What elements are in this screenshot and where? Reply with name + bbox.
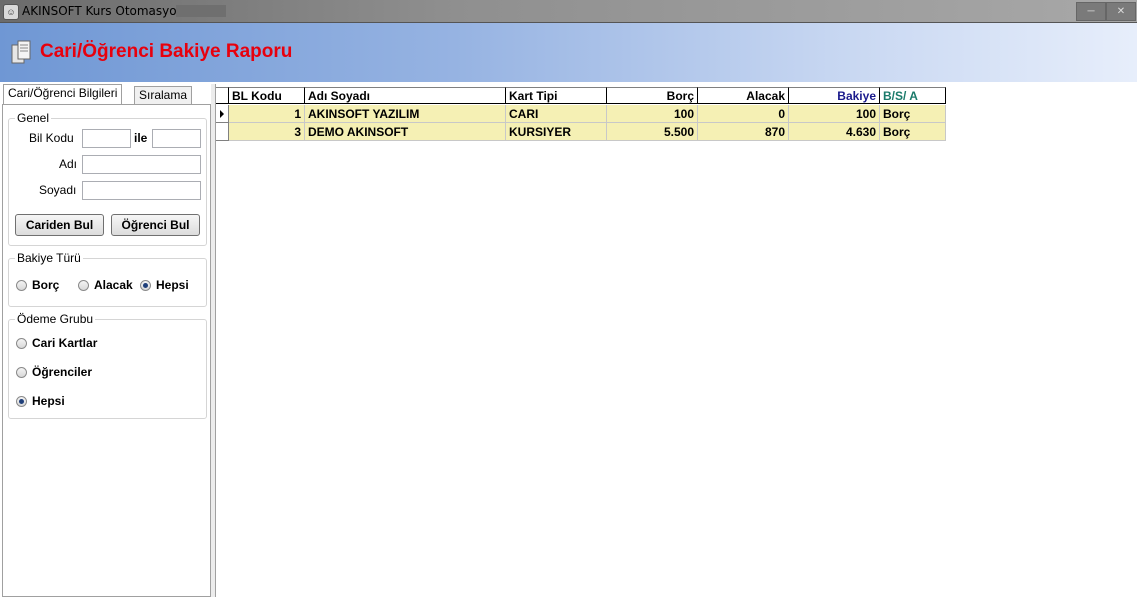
radio-borc-label[interactable]: Borç xyxy=(32,278,59,292)
bil-kodu-to-input[interactable] xyxy=(152,129,201,148)
filter-panel: Cari/Öğrenci Bilgileri Sıralama Genel Bi… xyxy=(0,84,212,597)
cell-bakiye: 4.630 xyxy=(789,123,880,141)
row-indicator xyxy=(216,123,229,141)
radio-odeme-hepsi-label[interactable]: Hepsi xyxy=(32,394,65,408)
radio-borc[interactable] xyxy=(16,280,27,291)
cell-bakiye: 100 xyxy=(789,105,880,123)
tab-cari-ogrenci-bilgileri[interactable]: Cari/Öğrenci Bilgileri xyxy=(3,84,123,104)
column-header-adi-soyadi[interactable]: Adı Soyadı xyxy=(305,87,506,104)
report-icon xyxy=(11,40,31,64)
adi-label: Adı xyxy=(59,157,78,171)
radio-ogrenciler[interactable] xyxy=(16,367,27,378)
grid-header: BL Kodu Adı Soyadı Kart Tipi Borç Alacak… xyxy=(216,87,946,104)
radio-hepsi[interactable] xyxy=(140,280,151,291)
radio-alacak[interactable] xyxy=(78,280,89,291)
redacted-title-part xyxy=(176,5,226,17)
radio-hepsi-label[interactable]: Hepsi xyxy=(156,278,189,292)
soyadi-input[interactable] xyxy=(82,181,201,200)
soyadi-label: Soyadı xyxy=(39,183,77,197)
close-button[interactable]: ✕ xyxy=(1106,2,1136,21)
cell-bl-kodu: 1 xyxy=(229,105,305,123)
table-row[interactable]: 1 AKINSOFT YAZILIM CARI 100 0 100 Borç xyxy=(216,105,946,123)
radio-alacak-label[interactable]: Alacak xyxy=(94,278,133,292)
bil-kodu-label: Bil Kodu xyxy=(29,131,74,145)
radio-cari-kartlar[interactable] xyxy=(16,338,27,349)
cell-kart-tipi: KURSIYER xyxy=(506,123,607,141)
odeme-grubu-legend: Ödeme Grubu xyxy=(15,312,96,326)
column-header-kart-tipi[interactable]: Kart Tipi xyxy=(506,87,607,104)
cell-borc: 5.500 xyxy=(607,123,698,141)
cell-bsa: Borç xyxy=(880,123,946,141)
column-header-bsa[interactable]: B/S/ A xyxy=(880,87,946,104)
app-icon: ☺ xyxy=(3,4,19,20)
table-row[interactable]: 3 DEMO AKINSOFT KURSIYER 5.500 870 4.630… xyxy=(216,123,946,141)
genel-legend: Genel xyxy=(15,111,52,125)
radio-cari-kartlar-label[interactable]: Cari Kartlar xyxy=(32,336,97,350)
row-indicator xyxy=(216,105,229,123)
cell-alacak: 0 xyxy=(698,105,789,123)
cell-adi-soyadi: DEMO AKINSOFT xyxy=(305,123,506,141)
window-title: AKINSOFT Kurs Otomasyonu s xyxy=(22,4,202,18)
header-indicator xyxy=(216,87,229,104)
cell-bl-kodu: 3 xyxy=(229,123,305,141)
column-header-borc[interactable]: Borç xyxy=(607,87,698,104)
minimize-button[interactable]: ─ xyxy=(1076,2,1106,21)
current-row-arrow-icon xyxy=(220,110,224,118)
cell-adi-soyadi: AKINSOFT YAZILIM xyxy=(305,105,506,123)
odeme-grubu-group: Ödeme Grubu Cari Kartlar Öğrenciler Heps… xyxy=(8,312,207,419)
window-titlebar: ☺ AKINSOFT Kurs Otomasyonu s ─ ✕ xyxy=(0,0,1137,23)
radio-odeme-hepsi[interactable] xyxy=(16,396,27,407)
tab-panel: Genel Bil Kodu ile Adı Soyadı Cariden Bu… xyxy=(2,104,211,597)
radio-ogrenciler-label[interactable]: Öğrenciler xyxy=(32,365,92,379)
cell-borc: 100 xyxy=(607,105,698,123)
ile-label: ile xyxy=(134,131,148,145)
column-header-bl-kodu[interactable]: BL Kodu xyxy=(229,87,305,104)
column-header-alacak[interactable]: Alacak xyxy=(698,87,789,104)
cell-alacak: 870 xyxy=(698,123,789,141)
column-header-bakiye[interactable]: Bakiye xyxy=(789,87,880,104)
genel-group: Genel Bil Kodu ile Adı Soyadı Cariden Bu… xyxy=(8,111,207,246)
cariden-bul-button[interactable]: Cariden Bul xyxy=(15,214,104,236)
bakiye-turu-group: Bakiye Türü Borç Alacak Hepsi xyxy=(8,251,207,307)
cell-bsa: Borç xyxy=(880,105,946,123)
ogrenci-bul-button[interactable]: Öğrenci Bul xyxy=(111,214,200,236)
panel-splitter[interactable] xyxy=(211,84,216,597)
page-title: Cari/Öğrenci Bakiye Raporu xyxy=(40,41,293,62)
bil-kodu-from-input[interactable] xyxy=(82,129,131,148)
tab-siralama[interactable]: Sıralama xyxy=(134,86,193,104)
report-header: Cari/Öğrenci Bakiye Raporu xyxy=(0,23,1137,84)
adi-input[interactable] xyxy=(82,155,201,174)
cell-kart-tipi: CARI xyxy=(506,105,607,123)
bakiye-turu-legend: Bakiye Türü xyxy=(15,251,83,265)
